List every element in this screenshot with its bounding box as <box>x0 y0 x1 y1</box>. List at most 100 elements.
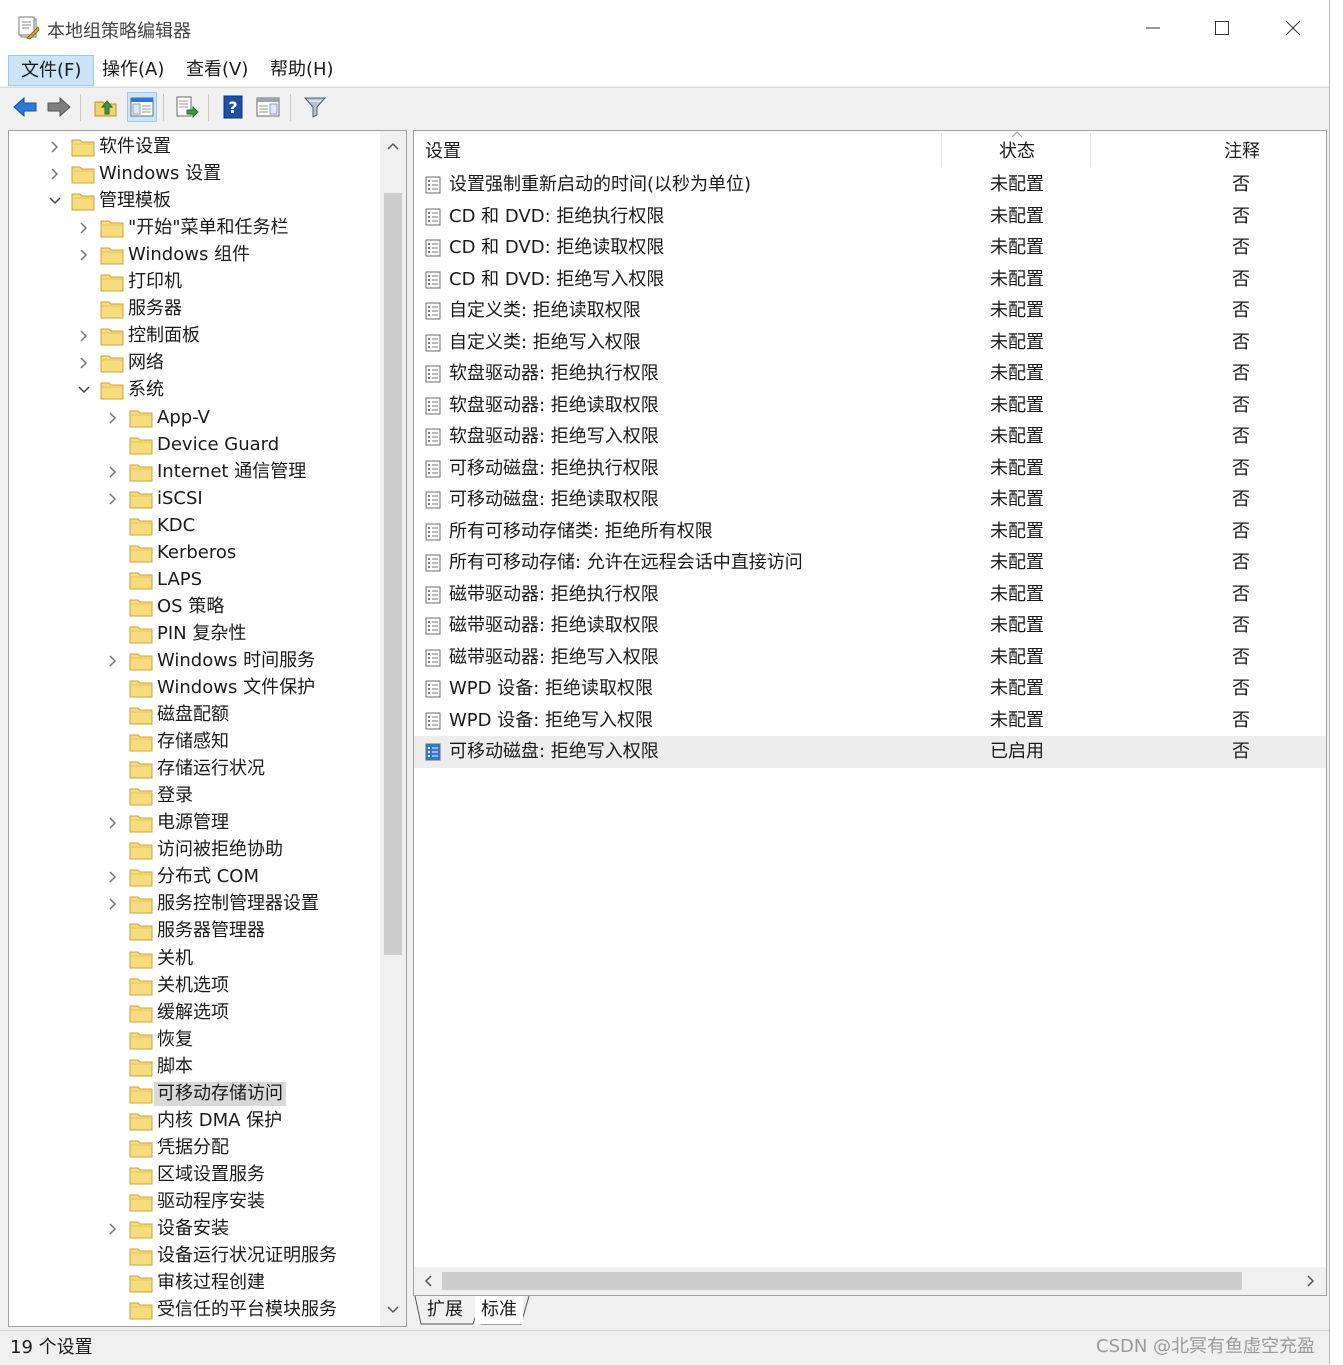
tree-item[interactable]: 服务器管理器 <box>9 918 381 945</box>
maximize-button[interactable] <box>1187 0 1257 55</box>
scroll-left-button[interactable] <box>415 1268 441 1294</box>
collapse-toggle[interactable] <box>105 895 121 913</box>
tree-item[interactable]: KDC <box>9 513 381 540</box>
list-row[interactable]: 自定义类: 拒绝读取权限 未配置 否 <box>414 295 1326 327</box>
back-button[interactable] <box>10 92 40 122</box>
up-one-level-button[interactable] <box>91 92 121 122</box>
list-row[interactable]: 磁带驱动器: 拒绝执行权限 未配置 否 <box>414 579 1326 611</box>
tree-item[interactable]: App-V <box>9 405 381 432</box>
tree-item[interactable]: 设备运行状况证明服务 <box>9 1243 381 1270</box>
list-row[interactable]: 磁带驱动器: 拒绝读取权限 未配置 否 <box>414 610 1326 642</box>
tree-item[interactable]: 管理模板 <box>9 188 381 215</box>
tree-vertical-scrollbar[interactable] <box>380 131 406 1326</box>
export-list-button[interactable] <box>172 92 202 122</box>
tree-item[interactable]: Internet 通信管理 <box>9 459 381 486</box>
tree-item[interactable]: 关机选项 <box>9 973 381 1000</box>
list-row[interactable]: 软盘驱动器: 拒绝执行权限 未配置 否 <box>414 358 1326 390</box>
tree-item[interactable]: 区域设置服务 <box>9 1162 381 1189</box>
tree-item[interactable]: 缓解选项 <box>9 1000 381 1027</box>
scroll-right-button[interactable] <box>1298 1268 1324 1294</box>
list-row[interactable]: 软盘驱动器: 拒绝读取权限 未配置 否 <box>414 390 1326 422</box>
console-tree[interactable]: 软件设置 Windows 设置 管理模板 "开始"菜单和任务栏 Windows 组件 打印… <box>8 130 407 1327</box>
column-header-comment[interactable]: 注释 <box>1224 131 1260 169</box>
collapse-toggle[interactable] <box>105 409 121 427</box>
tree-item[interactable]: 打印机 <box>9 269 381 296</box>
tree-item[interactable]: 分布式 COM <box>9 864 381 891</box>
tree-item[interactable]: 存储运行状况 <box>9 756 381 783</box>
help-button[interactable]: ? <box>218 92 248 122</box>
forward-button[interactable] <box>44 92 74 122</box>
list-row[interactable]: 磁带驱动器: 拒绝写入权限 未配置 否 <box>414 642 1326 674</box>
expand-toggle[interactable] <box>76 381 92 399</box>
column-divider[interactable] <box>941 133 942 167</box>
tree-item[interactable]: 登录 <box>9 783 381 810</box>
tree-item[interactable]: 恢复 <box>9 1027 381 1054</box>
collapse-toggle[interactable] <box>76 327 92 345</box>
tree-item[interactable]: 软件设置 <box>9 134 381 161</box>
collapse-toggle[interactable] <box>105 868 121 886</box>
tree-item[interactable]: 电源管理 <box>9 810 381 837</box>
list-row[interactable]: 所有可移动存储: 允许在远程会话中直接访问 未配置 否 <box>414 547 1326 579</box>
scroll-down-button[interactable] <box>380 1297 406 1323</box>
collapse-toggle[interactable] <box>105 814 121 832</box>
tab-extended[interactable]: 扩展 <box>421 1296 469 1324</box>
tree-item[interactable]: Device Guard <box>9 432 381 459</box>
tree-item[interactable]: iSCSI <box>9 486 381 513</box>
expand-toggle[interactable] <box>47 192 63 210</box>
tree-item[interactable]: 内核 DMA 保护 <box>9 1108 381 1135</box>
minimize-button[interactable] <box>1118 0 1188 55</box>
tree-item[interactable]: 访问被拒绝协助 <box>9 837 381 864</box>
column-header-setting[interactable]: 设置 <box>425 131 461 169</box>
tree-item[interactable]: 脚本 <box>9 1054 381 1081</box>
list-row[interactable]: CD 和 DVD: 拒绝执行权限 未配置 否 <box>414 201 1326 233</box>
collapse-toggle[interactable] <box>105 490 121 508</box>
list-row[interactable]: CD 和 DVD: 拒绝写入权限 未配置 否 <box>414 264 1326 296</box>
collapse-toggle[interactable] <box>105 652 121 670</box>
tree-item[interactable]: LAPS <box>9 567 381 594</box>
tree-scroll-thumb[interactable] <box>384 193 402 955</box>
list-row[interactable]: CD 和 DVD: 拒绝读取权限 未配置 否 <box>414 232 1326 264</box>
column-header-state[interactable]: 状态 <box>999 131 1035 169</box>
tree-item[interactable]: 关机 <box>9 946 381 973</box>
settings-list[interactable]: 设置 状态 注释 设置强制重新启动的时间(以秒为单位) 未配置否 CD 和 DVD:… <box>413 130 1327 1296</box>
list-row[interactable]: 自定义类: 拒绝写入权限 未配置 否 <box>414 327 1326 359</box>
tree-item[interactable]: 磁盘配额 <box>9 702 381 729</box>
list-row[interactable]: WPD 设备: 拒绝写入权限 未配置 否 <box>414 705 1326 737</box>
tree-item[interactable]: 控制面板 <box>9 323 381 350</box>
tree-item[interactable]: 凭据分配 <box>9 1135 381 1162</box>
list-row[interactable]: 软盘驱动器: 拒绝写入权限 未配置 否 <box>414 421 1326 453</box>
tree-item[interactable]: 网络 <box>9 350 381 377</box>
tree-item[interactable]: Windows 文件保护 <box>9 675 381 702</box>
list-horizontal-scrollbar[interactable] <box>414 1267 1326 1295</box>
tree-item[interactable]: Windows 组件 <box>9 242 381 269</box>
filter-button[interactable] <box>300 92 330 122</box>
title-bar[interactable]: 本地组策略编辑器 <box>0 0 1329 55</box>
tree-item[interactable]: 受信任的平台模块服务 <box>9 1297 381 1324</box>
collapse-toggle[interactable] <box>47 165 63 183</box>
collapse-toggle[interactable] <box>105 1220 121 1238</box>
menu-action[interactable]: 操作(A) <box>90 55 176 86</box>
menu-file[interactable]: 文件(F) <box>8 55 95 86</box>
collapse-toggle[interactable] <box>76 246 92 264</box>
close-button[interactable] <box>1258 0 1328 55</box>
tree-item[interactable]: 审核过程创建 <box>9 1270 381 1297</box>
list-row[interactable]: WPD 设备: 拒绝读取权限 未配置 否 <box>414 673 1326 705</box>
collapse-toggle[interactable] <box>47 138 63 156</box>
tree-item[interactable]: 驱动程序安装 <box>9 1189 381 1216</box>
tree-item[interactable]: 可移动存储访问 <box>9 1081 381 1108</box>
list-row[interactable]: 所有可移动存储类: 拒绝所有权限 未配置 否 <box>414 516 1326 548</box>
list-row[interactable]: 可移动磁盘: 拒绝读取权限 未配置 否 <box>414 484 1326 516</box>
list-row[interactable]: 可移动磁盘: 拒绝写入权限 已启用 否 <box>414 736 1326 768</box>
tree-item[interactable]: Kerberos <box>9 540 381 567</box>
menu-view[interactable]: 查看(V) <box>174 55 260 86</box>
menu-help[interactable]: 帮助(H) <box>258 55 346 86</box>
tree-item[interactable]: 存储感知 <box>9 729 381 756</box>
list-row[interactable]: 可移动磁盘: 拒绝执行权限 未配置 否 <box>414 453 1326 485</box>
show-hide-console-tree-button[interactable] <box>127 92 157 122</box>
list-scroll-thumb[interactable] <box>442 1272 1242 1290</box>
tree-item[interactable]: Windows 设置 <box>9 161 381 188</box>
collapse-toggle[interactable] <box>105 463 121 481</box>
scroll-up-button[interactable] <box>380 133 406 159</box>
tree-item[interactable]: 设备安装 <box>9 1216 381 1243</box>
collapse-toggle[interactable] <box>76 219 92 237</box>
